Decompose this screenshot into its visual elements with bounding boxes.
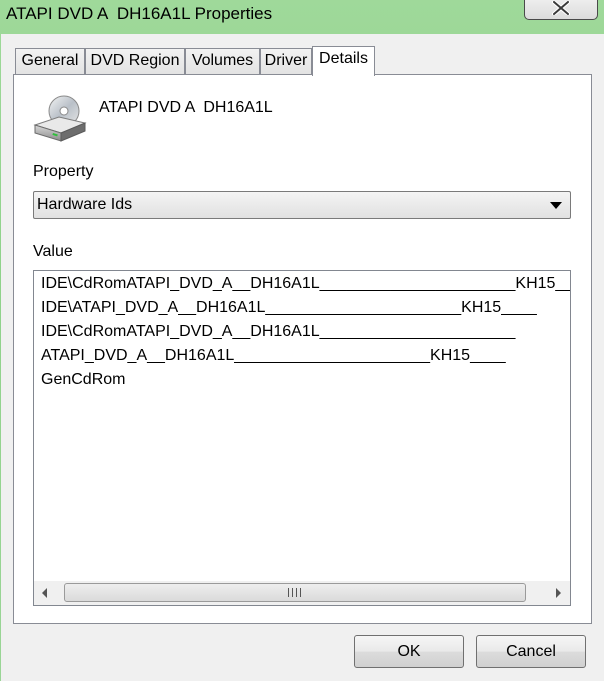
- tab-dvd-region[interactable]: DVD Region: [85, 48, 185, 74]
- tab-driver[interactable]: Driver: [260, 48, 312, 74]
- scroll-left-arrow-icon[interactable]: [34, 581, 58, 605]
- scrollbar-thumb[interactable]: [64, 583, 526, 602]
- scroll-right-arrow-icon[interactable]: [546, 581, 570, 605]
- value-label: Value: [33, 243, 73, 260]
- list-item[interactable]: ATAPI_DVD_A__DH16A1L____________________…: [41, 344, 506, 368]
- tab-general[interactable]: General: [15, 48, 85, 74]
- list-item[interactable]: GenCdRom: [41, 368, 125, 392]
- device-name: ATAPI DVD A DH16A1L: [99, 99, 273, 116]
- property-label: Property: [33, 163, 94, 180]
- tab-details[interactable]: Details: [312, 46, 375, 76]
- horizontal-scrollbar[interactable]: [34, 581, 570, 605]
- ok-button[interactable]: OK: [354, 635, 464, 668]
- details-panel: ATAPI DVD A DH16A1L Property Hardware Id…: [13, 74, 592, 624]
- grip-icon: [288, 588, 301, 597]
- tab-volumes[interactable]: Volumes: [185, 48, 260, 74]
- close-icon: [552, 1, 570, 15]
- close-button[interactable]: [524, 0, 598, 20]
- list-item[interactable]: IDE\CdRomATAPI_DVD_A__DH16A1L___________…: [41, 320, 515, 344]
- property-selected-value: Hardware Ids: [37, 196, 133, 213]
- value-list: IDE\CdRomATAPI_DVD_A__DH16A1L___________…: [34, 271, 570, 581]
- chevron-down-icon: [550, 202, 562, 209]
- list-item[interactable]: IDE\CdRomATAPI_DVD_A__DH16A1L___________…: [41, 272, 570, 296]
- window-title: ATAPI DVD A DH16A1L Properties: [6, 4, 273, 23]
- list-item[interactable]: IDE\ATAPI_DVD_A__DH16A1L________________…: [41, 296, 537, 320]
- property-dropdown[interactable]: Hardware Ids: [33, 191, 571, 219]
- cancel-button[interactable]: Cancel: [476, 635, 586, 668]
- properties-window: ATAPI DVD A DH16A1L Properties General D…: [0, 0, 604, 681]
- dvd-drive-icon: [31, 95, 89, 150]
- title-bar[interactable]: ATAPI DVD A DH16A1L Properties: [0, 0, 604, 34]
- dialog-body: General DVD Region Volumes Driver Detail…: [1, 34, 604, 681]
- value-listbox[interactable]: IDE\CdRomATAPI_DVD_A__DH16A1L___________…: [33, 270, 571, 606]
